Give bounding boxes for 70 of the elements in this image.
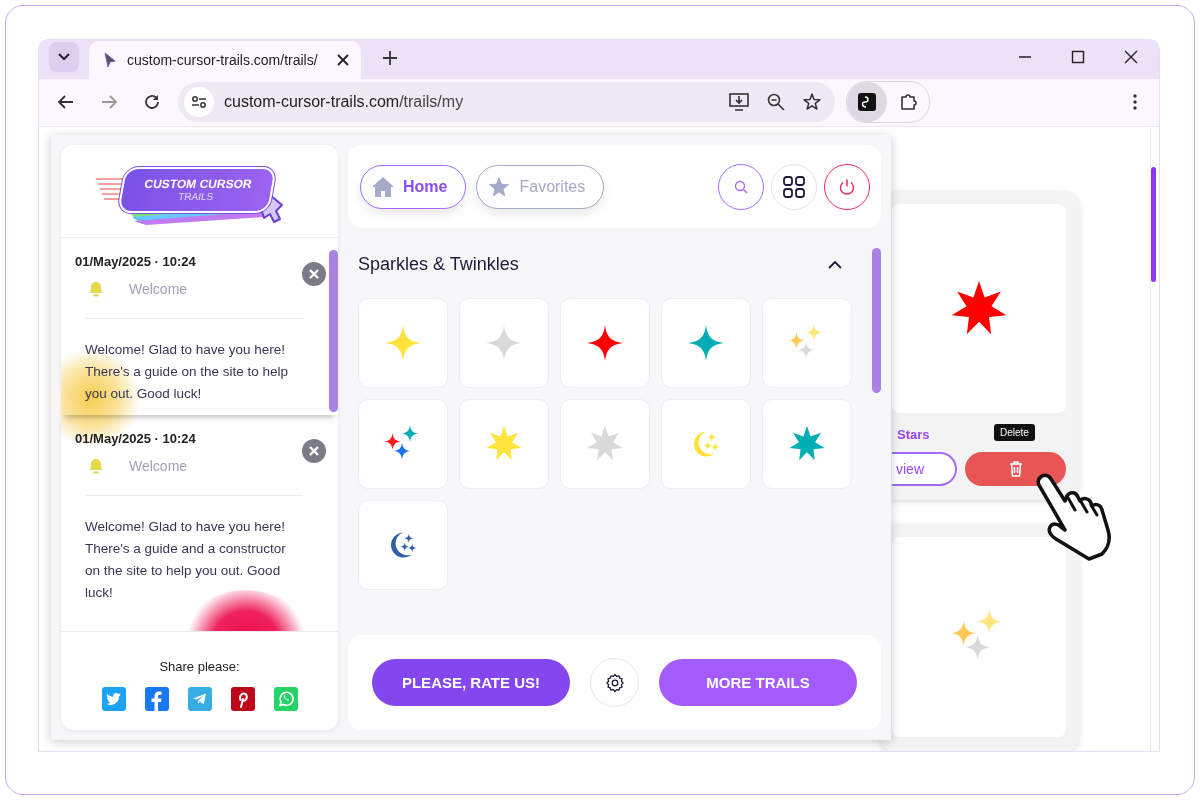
logo-title: CUSTOM CURSOR — [143, 177, 253, 191]
nav-tab[interactable]: Home — [360, 164, 467, 209]
trail-tile[interactable] — [762, 399, 852, 489]
notification-date: 01/May/2025 · 10:24 — [75, 431, 196, 446]
notification-message: Welcome! Glad to have you here! There's a guide on the site to help you out. Good luck! — [85, 341, 289, 403]
menu-icon[interactable] — [1133, 94, 1137, 111]
site-settings-icon[interactable] — [184, 87, 214, 118]
chevron-down-icon — [58, 52, 70, 61]
notification-title: Welcome — [129, 458, 188, 474]
grid-view-button[interactable] — [771, 163, 817, 210]
close-icon[interactable] — [337, 53, 349, 66]
trash-icon — [1008, 461, 1023, 477]
address-bar[interactable]: custom-cursor-trails.com/trails/my — [178, 82, 835, 123]
star-icon — [488, 175, 511, 198]
reload-icon[interactable] — [143, 93, 161, 112]
rate-button[interactable]: PLEASE, RATE US! — [372, 659, 570, 706]
home-icon — [372, 175, 394, 198]
notification-message: Welcome! Glad to have you here! There's a guide and a constructor on the site to help you out. Good luck! — [85, 518, 287, 602]
trail-tile[interactable] — [762, 298, 852, 388]
logo-subtitle: TRAILS — [177, 191, 215, 203]
paper-plane-icon[interactable] — [187, 687, 212, 711]
view-button[interactable]: view — [892, 452, 957, 486]
cursor-favicon-icon — [103, 51, 117, 68]
power-icon — [838, 177, 856, 196]
trail-tile[interactable] — [661, 298, 751, 388]
notification-date: 01/May/2025 · 10:24 — [75, 254, 196, 269]
browser-tab[interactable]: custom-cursor-trails.com/trails/ — [89, 40, 361, 79]
power-button[interactable] — [824, 163, 870, 210]
share-label: Share please: — [159, 659, 240, 674]
trail-tile[interactable] — [358, 500, 448, 590]
extension-button[interactable] — [847, 82, 887, 123]
url-text: custom-cursor-trails.com/trails/my — [224, 93, 464, 112]
bell-icon — [87, 457, 105, 475]
grid-icon — [783, 175, 805, 198]
trail-tile[interactable] — [358, 298, 448, 388]
trail-tile[interactable] — [560, 298, 650, 388]
tab-title: custom-cursor-trails.com/trails/ — [127, 51, 319, 68]
trail-tile[interactable] — [459, 399, 549, 489]
scrollbar-thumb[interactable] — [872, 248, 881, 393]
tooltip: Delete — [994, 424, 1035, 441]
new-tab-icon[interactable] — [383, 50, 397, 65]
scrollbar-thumb[interactable] — [329, 250, 338, 412]
section-title: Sparkles & Twinkles — [358, 254, 520, 275]
trail-tile[interactable] — [661, 399, 751, 489]
trail-preview[interactable] — [892, 204, 1066, 413]
puzzle-piece-icon[interactable] — [899, 92, 919, 113]
scrollbar-thumb[interactable] — [1151, 167, 1156, 282]
zoom-icon[interactable] — [767, 93, 785, 112]
maximize-icon[interactable] — [1071, 49, 1085, 64]
search-button[interactable] — [718, 163, 764, 210]
bird-icon[interactable] — [101, 687, 126, 711]
chevron-icon[interactable] — [828, 260, 842, 269]
bell-icon — [87, 280, 105, 298]
gear-icon — [604, 672, 625, 693]
install-app-icon[interactable] — [729, 93, 749, 112]
extension-icon — [858, 93, 876, 112]
close-icon[interactable] — [1124, 49, 1138, 64]
delete-button[interactable] — [965, 452, 1066, 486]
trail-tile[interactable] — [459, 298, 549, 388]
trail-tile[interactable] — [560, 399, 650, 489]
notification-title: Welcome — [129, 281, 188, 297]
trail-tile[interactable] — [358, 399, 448, 489]
bookmark-star-icon[interactable] — [803, 93, 821, 112]
search-icon — [734, 179, 748, 194]
tab-list-button[interactable] — [49, 41, 79, 72]
pin-logo-icon[interactable] — [230, 687, 255, 711]
facebook-icon[interactable] — [144, 687, 169, 711]
settings-button[interactable] — [590, 658, 639, 707]
more-trails-button[interactable]: MORE TRAILS — [659, 659, 857, 706]
trail-name: Stars — [897, 427, 930, 442]
